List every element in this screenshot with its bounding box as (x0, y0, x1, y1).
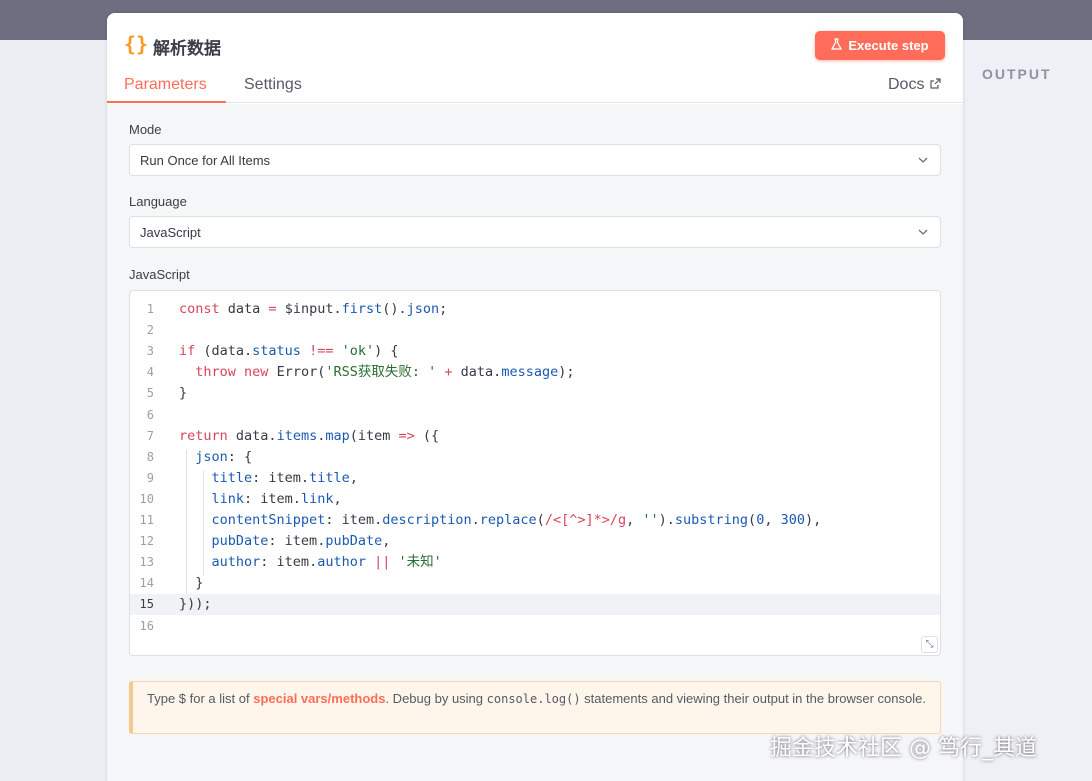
language-select[interactable]: JavaScript (129, 216, 941, 248)
line-number: 9 (146, 470, 154, 485)
code-text: const data = $input.first().json; (179, 301, 448, 317)
code-text: author: item.author || '未知' (211, 554, 442, 571)
line-number: 10 (139, 491, 154, 506)
line-number: 13 (139, 555, 154, 570)
hint-prefix: Type $ for a list of (147, 691, 254, 706)
execute-step-button[interactable]: Execute step (815, 31, 945, 60)
code-text: } (179, 575, 204, 592)
line-number: 6 (146, 407, 154, 422)
docs-label: Docs (888, 76, 925, 93)
code-line[interactable]: 9 title: item.title, (130, 468, 940, 489)
line-number: 8 (146, 449, 154, 464)
language-label: Language (129, 194, 187, 209)
code-label: JavaScript (129, 267, 190, 282)
code-line[interactable]: 16 (130, 616, 940, 637)
hint-suffix: statements and viewing their output in t… (580, 691, 926, 706)
code-line[interactable]: 15})); (130, 594, 940, 616)
node-settings-panel: {} 解析数据 Execute step Parameters Settings… (107, 13, 963, 781)
line-number: 16 (139, 618, 154, 633)
external-link-icon (930, 78, 942, 92)
code-text: pubDate: item.pubDate, (211, 533, 391, 550)
code-text: return data.items.map(item => ({ (179, 427, 440, 444)
code-line[interactable]: 13 author: item.author || '未知' (130, 552, 940, 573)
flask-icon (831, 38, 843, 53)
hint-box: Type $ for a list of special vars/method… (129, 681, 941, 734)
line-number: 5 (146, 386, 154, 401)
line-number: 2 (146, 323, 154, 338)
code-editor[interactable]: 1 const data = $input.first().json; 2 3 if (… (129, 290, 941, 656)
line-number: 7 (146, 428, 154, 443)
chevron-down-icon (918, 157, 928, 163)
code-braces-icon: {} (124, 32, 149, 56)
code-text: contentSnippet: item.description.replace… (211, 512, 822, 528)
watermark: 掘金技术社区 @ 笃行_其道 (770, 736, 1037, 761)
output-panel (963, 40, 1092, 781)
code-text: json: { (195, 448, 253, 465)
line-number: 4 (146, 365, 154, 380)
active-tab-indicator (107, 101, 226, 103)
code-line[interactable]: 6 (130, 405, 940, 426)
code-line[interactable]: 11 contentSnippet: item.description.repl… (130, 510, 940, 531)
code-line[interactable]: 8 json: { (130, 447, 940, 468)
code-text: } (179, 385, 188, 402)
code-line[interactable]: 3 if (data.status !== 'ok') { (130, 341, 940, 362)
line-number: 3 (146, 344, 154, 359)
code-line[interactable]: 4 throw new Error('RSS获取失败: ' + data.mes… (130, 362, 940, 383)
line-number: 12 (139, 534, 154, 549)
special-vars-link[interactable]: special vars/methods (253, 691, 385, 706)
line-number: 1 (146, 302, 154, 316)
panel-header: {} 解析数据 Execute step Parameters Settings… (107, 13, 963, 103)
mode-select[interactable]: Run Once for All Items (129, 144, 941, 176)
code-text: if (data.status !== 'ok') { (179, 343, 399, 360)
code-line[interactable]: 7 return data.items.map(item => ({ (130, 426, 940, 447)
code-line[interactable]: 5} (130, 383, 940, 404)
code-line[interactable]: 14 } (130, 573, 940, 594)
code-text: })); (179, 596, 212, 613)
hint-middle: . Debug by using (385, 691, 487, 706)
line-number: 11 (139, 513, 154, 527)
execute-step-label: Execute step (848, 38, 929, 53)
code-text: link: item.link, (211, 490, 342, 507)
parameters-body: Mode Run Once for All Items Language Jav… (107, 104, 963, 781)
output-label: OUTPUT (982, 66, 1052, 82)
code-line[interactable]: 10 link: item.link, (130, 489, 940, 510)
code-text: title: item.title, (211, 469, 358, 486)
code-line[interactable]: 2 (130, 320, 940, 341)
tab-settings[interactable]: Settings (244, 76, 302, 94)
line-number: 14 (139, 576, 154, 591)
node-title[interactable]: 解析数据 (153, 34, 221, 59)
language-value: JavaScript (140, 224, 201, 240)
hint-code: console.log() (486, 692, 581, 706)
mode-label: Mode (129, 122, 162, 137)
chevron-down-icon (918, 229, 928, 235)
docs-link[interactable]: Docs (888, 76, 942, 94)
code-text: throw new Error('RSS获取失败: ' + data.messa… (195, 364, 575, 381)
code-line[interactable]: 1 const data = $input.first().json; (130, 299, 940, 320)
tab-parameters[interactable]: Parameters (124, 76, 207, 94)
code-line[interactable]: 12 pubDate: item.pubDate, (130, 531, 940, 552)
resize-handle-icon[interactable]: ⤡ (921, 636, 938, 653)
line-number: 15 (139, 597, 154, 612)
mode-value: Run Once for All Items (140, 152, 271, 168)
